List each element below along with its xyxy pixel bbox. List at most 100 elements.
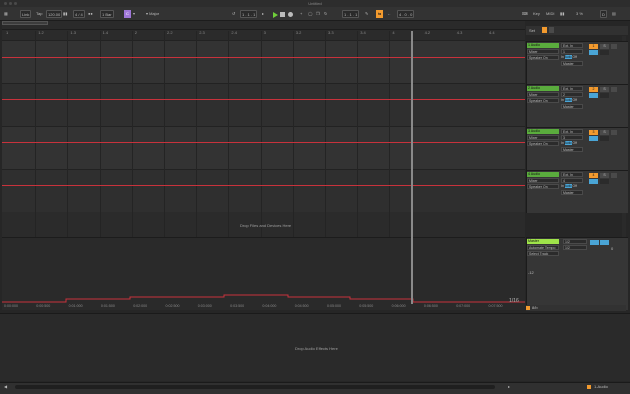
automation-line-2[interactable] <box>2 99 525 100</box>
track-automation-chooser[interactable]: Mixer <box>527 92 559 97</box>
master-cue-select[interactable]: 1/2 <box>563 245 587 250</box>
loop-start-field[interactable]: 1 . 1 . 1 <box>342 10 360 18</box>
io-toggle-button[interactable] <box>542 27 547 33</box>
tempo-automation-line[interactable] <box>2 294 525 303</box>
position-field[interactable]: 1 . 1 . 1 <box>240 10 258 18</box>
punch-out-icon[interactable]: ← <box>387 10 391 18</box>
monitor-switch[interactable]: In Auto Off <box>561 98 583 103</box>
metronome-icon[interactable]: ●● <box>88 10 93 18</box>
track-activator[interactable]: 1 <box>589 44 598 49</box>
record-button[interactable] <box>288 12 293 17</box>
input-type-select[interactable]: Ext. In <box>561 172 583 177</box>
track-lane-3[interactable] <box>2 126 525 169</box>
draw-mode-icon[interactable]: ✎ <box>365 10 368 18</box>
tempo-field[interactable]: 120.00 <box>46 10 63 18</box>
loop-toggle-icon[interactable]: ↻ <box>324 10 327 18</box>
track-lane-2[interactable] <box>2 83 525 126</box>
time-signature-field[interactable]: 4 / 4 <box>73 10 85 18</box>
loop-brace[interactable] <box>2 21 48 25</box>
tap-button[interactable]: Tap <box>36 10 42 18</box>
track-activator[interactable]: 4 <box>589 173 598 178</box>
pan-field[interactable] <box>600 179 609 184</box>
pan-field[interactable] <box>600 93 609 98</box>
track-automation-chooser[interactable]: Mixer <box>527 49 559 54</box>
play-button[interactable] <box>273 12 278 18</box>
track-header-1[interactable]: 1 Audio Mixer Speaker On Ext. In 1 In Auto Of… <box>526 41 628 84</box>
track-automation-param[interactable]: Speaker On <box>527 55 559 60</box>
automation-arm-icon[interactable]: ◯ <box>308 10 312 18</box>
pan-field[interactable] <box>600 50 609 55</box>
key-chevron-icon[interactable]: ▾ <box>133 10 135 18</box>
track-lane-1[interactable] <box>2 40 525 83</box>
volume-field[interactable] <box>589 50 598 55</box>
minimize-window-button[interactable] <box>9 2 12 5</box>
track-automation-param[interactable]: Speaker On <box>527 184 559 189</box>
monitor-switch[interactable]: In Auto Off <box>561 55 583 60</box>
track-automation-param[interactable]: Speaker On <box>527 141 559 146</box>
pan-field[interactable] <box>600 136 609 141</box>
solo-button[interactable]: S <box>600 87 609 92</box>
master-output-select[interactable]: 1/2 <box>563 239 587 244</box>
arm-button[interactable] <box>611 44 617 49</box>
volume-field[interactable] <box>589 136 598 141</box>
follow-icon[interactable]: ↺ <box>232 10 235 18</box>
automation-sub-chooser[interactable]: Select Track <box>527 251 559 256</box>
input-type-select[interactable]: Ext. In <box>561 86 583 91</box>
quantize-select[interactable]: 1 Bar <box>100 10 114 18</box>
horizontal-scrollbar[interactable] <box>15 385 495 389</box>
close-window-button[interactable] <box>4 2 7 5</box>
playhead[interactable] <box>411 31 413 304</box>
scale-select[interactable]: ▾ Major <box>146 10 159 18</box>
loop-length-field[interactable]: 4 . 0 . 0 <box>397 10 415 18</box>
status-back-icon[interactable]: ◀ <box>4 383 7 391</box>
track-header-2[interactable]: 2 Audio Mixer Speaker On Ext. In 2 In Auto Of… <box>526 84 628 127</box>
key-map-button[interactable]: Key <box>533 10 540 18</box>
automation-chooser[interactable]: Automate Tempo <box>527 245 559 250</box>
track-name[interactable]: 4 Audio <box>527 172 559 177</box>
grid-icon[interactable]: ▦ <box>4 10 8 18</box>
zoom-level[interactable]: 8/b <box>532 305 538 310</box>
output-select[interactable]: Master <box>561 104 583 109</box>
overview-icon[interactable]: ▤ <box>612 10 616 18</box>
track-automation-param[interactable]: Speaker On <box>527 98 559 103</box>
input-channel-select[interactable]: 3 <box>561 135 583 140</box>
capture-icon[interactable]: ❒ <box>316 10 320 18</box>
master-solo-button[interactable] <box>590 240 599 245</box>
track-automation-chooser[interactable]: Mixer <box>527 178 559 183</box>
track-lane-4[interactable] <box>2 169 525 212</box>
input-channel-select[interactable]: 1 <box>561 49 583 54</box>
output-select[interactable]: Master <box>561 147 583 152</box>
arm-button[interactable] <box>611 130 617 135</box>
solo-button[interactable]: S <box>600 173 609 178</box>
status-expand-icon[interactable]: ▸ <box>508 383 510 391</box>
follow-toggle-button[interactable] <box>526 306 530 310</box>
volume-field[interactable] <box>589 179 598 184</box>
arrow-right-icon[interactable]: ▸ <box>262 10 264 18</box>
output-select[interactable]: Master <box>561 61 583 66</box>
automation-line-1[interactable] <box>2 57 525 58</box>
key-badge[interactable]: C <box>124 10 131 18</box>
link-button[interactable]: Link <box>20 10 32 18</box>
track-activator[interactable]: 2 <box>589 87 598 92</box>
volume-field[interactable] <box>589 93 598 98</box>
tempo-automation[interactable] <box>2 290 525 304</box>
output-select[interactable]: Master <box>561 190 583 195</box>
track-activator[interactable]: 3 <box>589 130 598 135</box>
input-channel-select[interactable]: 4 <box>561 178 583 183</box>
arm-button[interactable] <box>611 173 617 178</box>
zoom-window-button[interactable] <box>14 2 17 5</box>
track-header-3[interactable]: 3 Audio Mixer Speaker On Ext. In 3 In Auto Of… <box>526 127 628 170</box>
overdub-icon[interactable]: + <box>300 10 302 18</box>
input-channel-select[interactable]: 2 <box>561 92 583 97</box>
automation-line-3[interactable] <box>2 142 525 143</box>
punch-in-button[interactable]: ⇆ <box>376 10 383 18</box>
sends-toggle-button[interactable] <box>549 27 554 33</box>
track-name[interactable]: 2 Audio <box>527 86 559 91</box>
beat-ruler[interactable] <box>2 21 525 30</box>
d-badge[interactable]: D <box>600 10 607 18</box>
stop-button[interactable] <box>280 12 285 17</box>
computer-keyboard-icon[interactable]: ⌨ <box>522 10 528 18</box>
track-name[interactable]: 3 Audio <box>527 129 559 134</box>
monitor-switch[interactable]: In Auto Off <box>561 184 583 189</box>
master-name[interactable]: Master <box>527 239 559 244</box>
